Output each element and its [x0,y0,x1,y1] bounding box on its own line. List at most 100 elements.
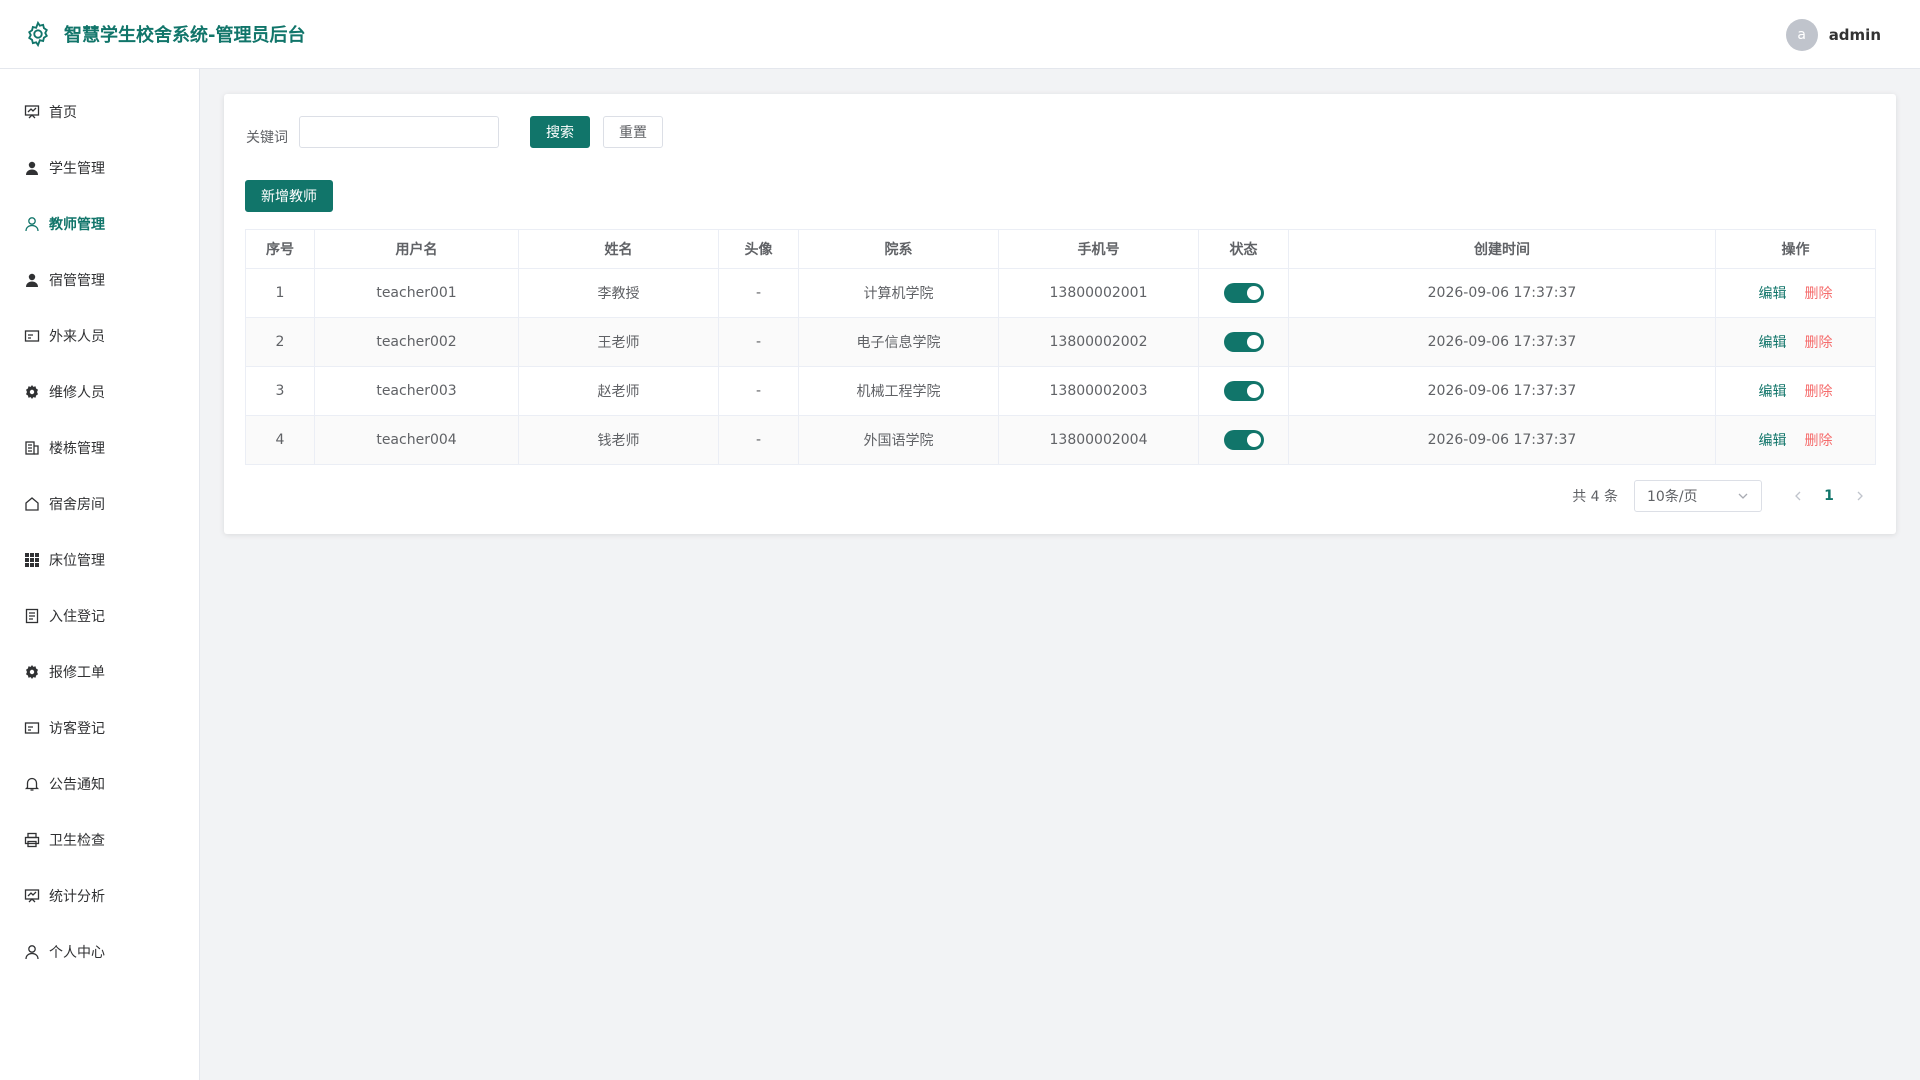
sidebar-item-beds[interactable]: 床位管理 [0,540,199,580]
sidebar-item-label: 教师管理 [49,217,105,233]
page-number-current[interactable]: 1 [1814,484,1844,508]
bell-icon [24,776,40,792]
sidebar-item-rooms[interactable]: 宿舍房间 [0,484,199,524]
page-size-select[interactable]: 10条/页 [1634,480,1762,512]
sidebar-item-repair-orders[interactable]: 报修工单 [0,652,199,692]
cell-actions: 编辑 删除 [1715,268,1876,318]
edit-link[interactable]: 编辑 [1759,433,1787,449]
cell-phone: 13800002004 [998,415,1199,465]
table-row: 3 teacher003 赵老师 - 机械工程学院 13800002003 20… [245,366,1876,416]
column-header: 院系 [798,229,999,269]
sidebar-item-teachers[interactable]: 教师管理 [0,204,199,244]
status-toggle[interactable] [1223,283,1264,303]
status-toggle[interactable] [1223,332,1264,352]
teacher-table: 序号 用户名 姓名 头像 院系 手机号 状态 创建时间 操作 1 teacher… [245,229,1876,465]
delete-link[interactable]: 删除 [1805,384,1833,400]
column-header: 手机号 [998,229,1199,269]
edit-link[interactable]: 编辑 [1759,286,1787,302]
status-toggle[interactable] [1223,430,1264,450]
sidebar-item-statistics[interactable]: 统计分析 [0,876,199,916]
gear-icon [28,20,48,48]
cell-created: 2026-09-06 17:37:37 [1288,268,1716,318]
delete-link[interactable]: 删除 [1805,286,1833,302]
cell-phone: 13800002001 [998,268,1199,318]
sidebar-item-label: 报修工单 [49,665,105,681]
sidebar-item-repairers[interactable]: 维修人员 [0,372,199,412]
cell-index: 3 [245,366,315,416]
user-icon [24,944,40,960]
table-row: 2 teacher002 王老师 - 电子信息学院 13800002002 20… [245,317,1876,367]
sidebar-item-profile[interactable]: 个人中心 [0,932,199,972]
search-button[interactable]: 搜索 [530,116,590,148]
cell-department: 机械工程学院 [798,366,999,416]
sidebar-item-label: 统计分析 [49,889,105,905]
toggle-knob [1246,433,1261,447]
cell-phone: 13800002002 [998,317,1199,367]
column-header: 序号 [245,229,315,269]
logo: 智慧学生校舍系统-管理员后台 [24,20,305,48]
toggle-knob [1246,286,1261,300]
id-card-icon [24,720,40,736]
sidebar-item-notices[interactable]: 公告通知 [0,764,199,804]
status-toggle[interactable] [1223,381,1264,401]
cell-status [1198,268,1289,318]
cell-avatar: - [718,317,799,367]
house-icon [24,496,40,512]
chevron-right-icon [1857,491,1863,501]
gear-icon [24,384,40,400]
sidebar-item-checkin[interactable]: 入住登记 [0,596,199,636]
cell-index: 1 [245,268,315,318]
cell-status [1198,415,1289,465]
add-teacher-button[interactable]: 新增教师 [245,180,333,212]
chevron-down-icon [1738,493,1748,499]
total-count: 共 4 条 [1572,489,1618,505]
next-page-button[interactable] [1848,484,1872,508]
cell-index: 4 [245,415,315,465]
edit-link[interactable]: 编辑 [1759,384,1787,400]
cell-status [1198,317,1289,367]
cell-avatar: - [718,366,799,416]
content-card: 关键词 搜索 重置 新增教师 序号 用户名 姓名 头像 院系 手机号 状态 创建… [224,94,1896,534]
cell-username: teacher002 [314,317,519,367]
sidebar-item-hygiene[interactable]: 卫生检查 [0,820,199,860]
avatar[interactable]: a [1785,19,1818,51]
delete-link[interactable]: 删除 [1805,433,1833,449]
keyword-label: 关键词 [246,130,288,146]
user-filled-icon [24,272,40,288]
edit-link[interactable]: 编辑 [1759,335,1787,351]
sidebar-item-buildings[interactable]: 楼栋管理 [0,428,199,468]
cell-actions: 编辑 删除 [1715,366,1876,416]
cell-name: 王老师 [518,317,719,367]
reset-button[interactable]: 重置 [603,116,663,148]
sidebar-item-label: 卫生检查 [49,833,105,849]
username[interactable]: admin [1829,26,1881,44]
sidebar-item-visitors[interactable]: 访客登记 [0,708,199,748]
dashboard-icon [24,888,40,904]
delete-link[interactable]: 删除 [1805,335,1833,351]
dashboard-icon [24,104,40,120]
sidebar-item-label: 宿管管理 [49,273,105,289]
sidebar-item-dorm-managers[interactable]: 宿管管理 [0,260,199,300]
sidebar-item-students[interactable]: 学生管理 [0,148,199,188]
sidebar-item-label: 外来人员 [49,329,105,345]
column-header: 操作 [1715,229,1876,269]
cell-index: 2 [245,317,315,367]
cell-actions: 编辑 删除 [1715,415,1876,465]
column-header: 头像 [718,229,799,269]
prev-page-button[interactable] [1786,484,1810,508]
building-icon [24,440,40,456]
user-menu[interactable]: a admin [1785,19,1881,51]
sidebar-item-outsiders[interactable]: 外来人员 [0,316,199,356]
keyword-input[interactable] [299,116,499,148]
cell-username: teacher003 [314,366,519,416]
sidebar-item-label: 维修人员 [49,385,105,401]
table-header-row: 序号 用户名 姓名 头像 院系 手机号 状态 创建时间 操作 [245,229,1876,269]
top-header: 智慧学生校舍系统-管理员后台 a admin [0,0,1920,69]
cell-avatar: - [718,268,799,318]
cell-created: 2026-09-06 17:37:37 [1288,366,1716,416]
sidebar-item-label: 床位管理 [49,553,105,569]
sidebar-item-label: 首页 [49,105,77,121]
sidebar-item-home[interactable]: 首页 [0,92,199,132]
sidebar-item-label: 公告通知 [49,777,105,793]
cell-department: 计算机学院 [798,268,999,318]
